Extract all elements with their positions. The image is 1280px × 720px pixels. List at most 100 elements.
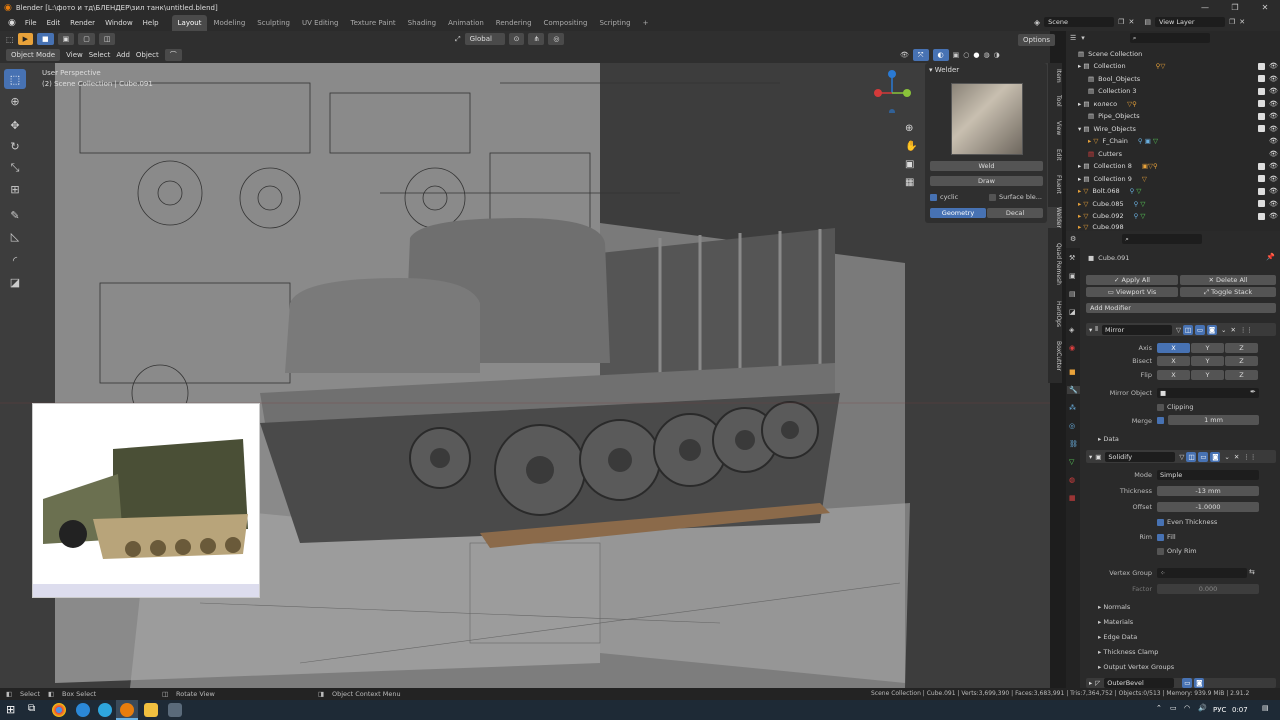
show-viewport-icon[interactable]: ▭ bbox=[1198, 451, 1209, 462]
explorer-icon[interactable] bbox=[144, 703, 158, 717]
invert-vgroup-icon[interactable]: ⇆ bbox=[1249, 568, 1255, 576]
shading-wire-icon[interactable]: ○ bbox=[963, 51, 969, 59]
menu-file[interactable]: File bbox=[20, 15, 42, 31]
bisect-z-toggle[interactable]: Z bbox=[1225, 356, 1258, 366]
mirror-name-field[interactable]: Mirror bbox=[1102, 324, 1172, 335]
scene-field[interactable]: Scene bbox=[1044, 17, 1115, 27]
add-workspace-icon[interactable]: + bbox=[637, 15, 655, 31]
flip-y-toggle[interactable]: Y bbox=[1191, 370, 1224, 380]
annotate-tool-icon[interactable]: ✎ bbox=[4, 205, 26, 225]
outliner-row[interactable]: ▤ Pipe_Objects 👁 bbox=[1066, 110, 1280, 123]
tab-modeling[interactable]: Modeling bbox=[207, 15, 251, 31]
data-props-icon[interactable]: ▽ bbox=[1069, 458, 1074, 466]
tool-props-icon[interactable]: ⚒ bbox=[1069, 254, 1075, 262]
expand-icon[interactable]: ▾ bbox=[1089, 326, 1092, 334]
cursor-tool-icon[interactable]: ⊕ bbox=[4, 91, 26, 111]
show-viewport-icon[interactable]: ▭ bbox=[1195, 324, 1205, 335]
zoom-icon[interactable]: ⊕ bbox=[905, 123, 913, 134]
fill-checkbox[interactable] bbox=[1157, 533, 1164, 541]
outliner-editor-icon[interactable]: ☰ bbox=[1070, 34, 1076, 42]
pan-icon[interactable]: ✋ bbox=[905, 141, 917, 152]
tab-texture-paint[interactable]: Texture Paint bbox=[345, 15, 402, 31]
navigation-gizmo[interactable] bbox=[870, 68, 915, 115]
mirror-object-field[interactable]: ■ bbox=[1157, 388, 1259, 398]
display-mode-icon[interactable]: ▾ bbox=[1081, 34, 1085, 42]
maximize-icon[interactable]: ❐ bbox=[1220, 0, 1250, 15]
viewport-vis-button[interactable]: ▭ Viewport Vis bbox=[1086, 287, 1178, 297]
axis-z-toggle[interactable]: Z bbox=[1225, 343, 1258, 353]
tray-arrow-icon[interactable]: ⌃ bbox=[1156, 704, 1162, 712]
drag-handle-icon[interactable]: ⋮⋮ bbox=[1243, 453, 1256, 461]
close-icon[interactable]: ✕ bbox=[1250, 0, 1280, 15]
photos-icon[interactable] bbox=[168, 703, 182, 717]
wifi-icon[interactable]: ◠ bbox=[1184, 704, 1190, 712]
properties-editor-icon[interactable]: ⚙ bbox=[1070, 235, 1076, 243]
outliner-row[interactable]: ▾ ▤ Wire_Objects 👁 bbox=[1066, 123, 1280, 136]
texture-props-icon[interactable]: ▦ bbox=[1069, 494, 1076, 502]
only-rim-checkbox[interactable] bbox=[1157, 547, 1164, 555]
new-view-layer-icon[interactable]: ❐ bbox=[1229, 18, 1235, 26]
draw-button[interactable]: Draw bbox=[930, 176, 1043, 186]
show-render-icon[interactable]: ◙ bbox=[1194, 678, 1205, 688]
delete-all-button[interactable]: ✕ Delete All bbox=[1180, 275, 1276, 285]
merge-checkbox[interactable] bbox=[1157, 417, 1164, 424]
delete-scene-icon[interactable]: ✕ bbox=[1128, 18, 1134, 26]
vertex-group-field[interactable]: ⁘ bbox=[1157, 568, 1247, 578]
outerbevel-name-field[interactable]: OuterBevel bbox=[1104, 678, 1175, 688]
view-layer-field[interactable]: View Layer bbox=[1154, 17, 1225, 27]
task-view-icon[interactable]: ⧉ bbox=[28, 703, 35, 714]
snap-icon[interactable]: ⋔ bbox=[528, 33, 545, 45]
overlay-icon[interactable]: ◐ bbox=[932, 49, 949, 61]
drag-handle-icon[interactable]: ⋮⋮ bbox=[1240, 326, 1253, 334]
even-thickness-checkbox[interactable] bbox=[1157, 518, 1164, 526]
new-scene-icon[interactable]: ❐ bbox=[1118, 18, 1124, 26]
outliner-row[interactable]: ▤ Collection 3 👁 bbox=[1066, 85, 1280, 98]
network-icon[interactable]: ▭ bbox=[1170, 704, 1177, 712]
tab-rendering[interactable]: Rendering bbox=[490, 15, 538, 31]
outliner-row[interactable]: ▸ ▤ колесо ▽⚲ 👁 bbox=[1066, 98, 1280, 111]
outliner-row[interactable]: ▸ ▽ Cube.085 ⚲ ▽ 👁 bbox=[1066, 198, 1280, 211]
properties-search-icon[interactable]: ⌕ bbox=[1122, 234, 1203, 244]
solidify-name-field[interactable]: Solidify bbox=[1105, 451, 1176, 462]
axis-y-toggle[interactable]: Y bbox=[1191, 343, 1224, 353]
outliner-row[interactable]: ▸ ▤ Collection 9 ▽ 👁 bbox=[1066, 173, 1280, 186]
outliner-row[interactable]: ▤ Scene Collection bbox=[1066, 48, 1280, 61]
edge-data-subpanel[interactable]: ▸ Edge Data bbox=[1098, 633, 1137, 641]
blender-menu-icon[interactable]: ◉ bbox=[4, 18, 20, 28]
outliner-row[interactable]: ▸ ▽ Bolt.068 ⚲ ▽ 👁 bbox=[1066, 185, 1280, 198]
tab-fluent[interactable]: Fluent bbox=[1048, 175, 1062, 194]
output-props-icon[interactable]: ▤ bbox=[1069, 290, 1076, 298]
menu-select[interactable]: Select bbox=[89, 51, 111, 59]
eyedropper-icon[interactable]: ✒ bbox=[1250, 388, 1256, 396]
scene-props-icon[interactable]: ◈ bbox=[1069, 326, 1074, 334]
minimize-icon[interactable]: — bbox=[1190, 0, 1220, 15]
menu-window[interactable]: Window bbox=[100, 15, 138, 31]
boxcutter-tool-icon[interactable]: ◜ bbox=[4, 250, 26, 270]
flip-x-toggle[interactable]: X bbox=[1157, 370, 1190, 380]
outliner-row[interactable]: ▤ Bool_Objects 👁 bbox=[1066, 73, 1280, 86]
flip-z-toggle[interactable]: Z bbox=[1225, 370, 1258, 380]
blender-taskbar-icon[interactable] bbox=[116, 700, 138, 720]
geometry-tab[interactable]: Geometry bbox=[930, 208, 986, 218]
volume-icon[interactable]: 🔊 bbox=[1198, 704, 1207, 712]
orientation-dropdown[interactable]: Global bbox=[464, 33, 505, 45]
show-viewport-icon[interactable]: ▭ bbox=[1182, 678, 1193, 688]
select-mode-extend-icon[interactable]: ▣ bbox=[57, 33, 75, 45]
chrome-icon[interactable] bbox=[52, 703, 66, 717]
mode-dropdown[interactable]: Simple bbox=[1157, 470, 1259, 480]
clipping-checkbox[interactable] bbox=[1157, 403, 1164, 411]
tab-scripting[interactable]: Scripting bbox=[593, 15, 636, 31]
select-tool-icon[interactable]: ▶ bbox=[17, 33, 33, 45]
measure-tool-icon[interactable]: ◺ bbox=[4, 226, 26, 246]
toggle-stack-button[interactable]: ⤢ Toggle Stack bbox=[1180, 287, 1276, 297]
weld-preview-image[interactable] bbox=[951, 83, 1023, 155]
output-vgroups-subpanel[interactable]: ▸ Output Vertex Groups bbox=[1098, 663, 1174, 671]
welder-title[interactable]: ▾ Welder bbox=[929, 66, 959, 74]
physics-props-icon[interactable]: ◎ bbox=[1069, 422, 1075, 430]
outliner-row[interactable]: ▸ ▽ Cube.098 bbox=[1066, 223, 1280, 231]
solidify-menu-icon[interactable]: ⌄ bbox=[1224, 453, 1229, 461]
solidify-close-icon[interactable]: ✕ bbox=[1234, 453, 1239, 461]
3d-viewport[interactable]: User Perspective (2) Scene Collection | … bbox=[0, 63, 1050, 688]
surface-blend-checkbox[interactable] bbox=[989, 193, 996, 201]
decal-tab[interactable]: Decal bbox=[987, 208, 1043, 218]
